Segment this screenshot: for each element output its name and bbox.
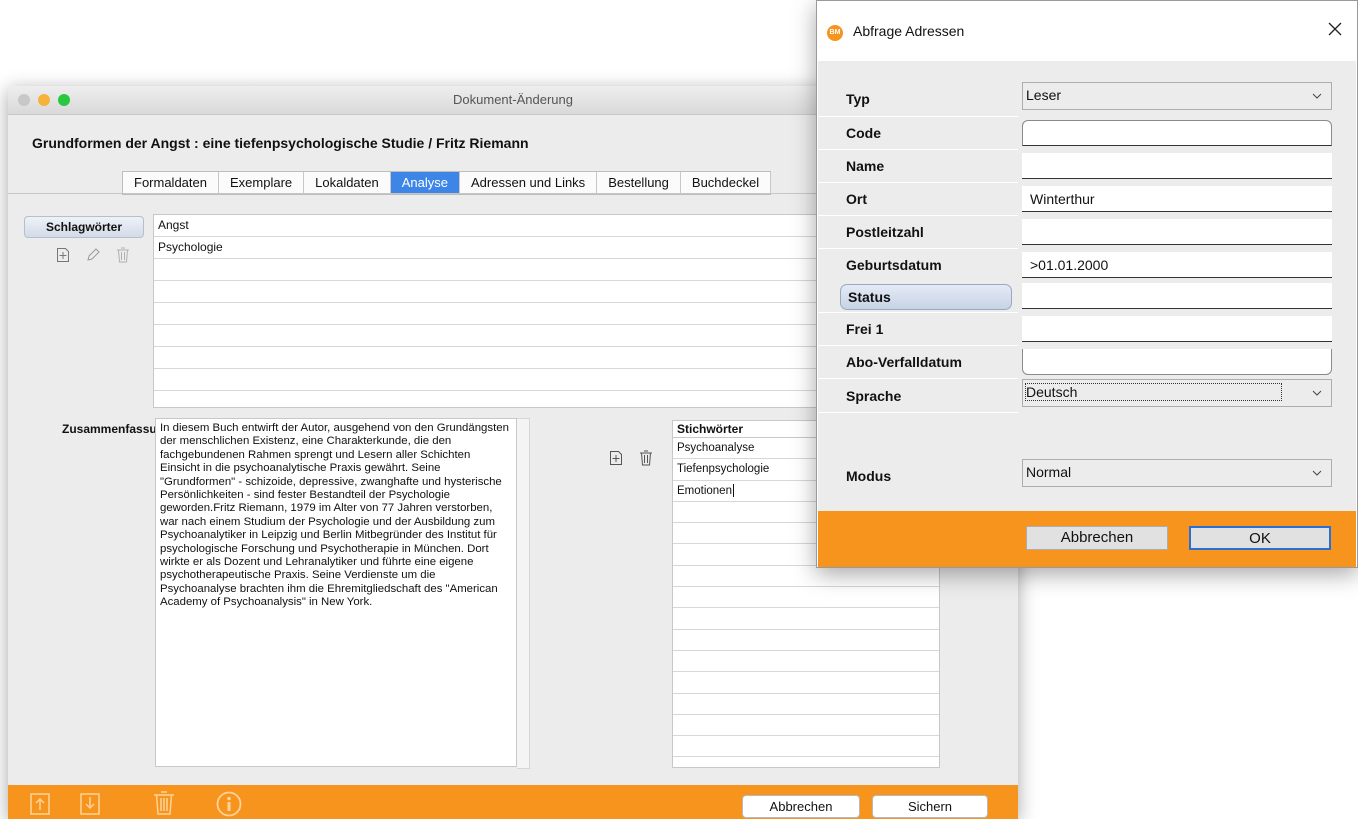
sprache-select[interactable]: Deutsch: [1022, 379, 1332, 407]
field-row-status: Status: [818, 280, 1356, 312]
tab-bar: Formaldaten Exemplare Lokaldaten Analyse…: [122, 171, 772, 195]
typ-label: Typ: [846, 91, 870, 107]
abo-verfalldatum-label: Abo-Verfalldatum: [846, 354, 962, 370]
close-icon[interactable]: [1325, 19, 1345, 39]
sprache-label: Sprache: [846, 388, 902, 404]
zusammenfassung-label: Zusammenfassu: [62, 422, 157, 436]
modus-select[interactable]: Normal: [1022, 459, 1332, 487]
list-item[interactable]: [673, 736, 939, 758]
typ-select[interactable]: Leser: [1022, 82, 1332, 110]
field-row-name: Name: [818, 150, 1356, 182]
status-label[interactable]: Status: [840, 284, 1012, 310]
bottom-toolbar: Abbrechen Sichern: [8, 785, 1018, 819]
schlagwoerter-toolbar: [54, 246, 132, 264]
field-row-modus: Modus Normal: [818, 456, 1356, 488]
ort-label: Ort: [846, 191, 867, 207]
trash-icon[interactable]: [114, 246, 132, 264]
list-item[interactable]: [673, 630, 939, 651]
upload-icon[interactable]: [30, 791, 50, 818]
field-row-typ: Typ Leser: [818, 82, 1356, 114]
abo-verfalldatum-input[interactable]: [1022, 349, 1332, 375]
list-item[interactable]: [673, 608, 939, 630]
field-row-geburtsdatum: Geburtsdatum >01.01.2000: [818, 249, 1356, 281]
frei-1-input[interactable]: [1022, 316, 1332, 342]
code-label: Code: [846, 125, 881, 141]
geburtsdatum-label: Geburtsdatum: [846, 257, 942, 273]
dialog-title: Abfrage Adressen: [853, 23, 965, 39]
schlagwoerter-label[interactable]: Schlagwörter: [24, 216, 144, 238]
chevron-down-icon: [1311, 460, 1323, 493]
tab-formaldaten[interactable]: Formaldaten: [123, 172, 219, 194]
name-input[interactable]: [1022, 153, 1332, 179]
divider: [818, 412, 1018, 413]
list-item[interactable]: [673, 694, 939, 715]
dialog-body: Typ Leser Code Name Ort Winterthur Postl…: [818, 61, 1356, 511]
name-label: Name: [846, 158, 885, 174]
postleitzahl-input[interactable]: [1022, 219, 1332, 245]
modus-value: Normal: [1026, 464, 1072, 480]
code-input[interactable]: [1022, 120, 1332, 146]
field-row-ort: Ort Winterthur: [818, 183, 1356, 215]
add-icon[interactable]: [54, 246, 72, 264]
text-cursor: [732, 484, 734, 498]
field-row-sprache: Sprache Deutsch: [818, 377, 1356, 409]
tab-adressen-und-links[interactable]: Adressen und Links: [460, 172, 598, 194]
summary-textarea[interactable]: In diesem Buch entwirft der Autor, ausge…: [155, 418, 517, 767]
field-row-code: Code: [818, 117, 1356, 149]
chevron-down-icon: [1311, 380, 1323, 413]
list-item-text: Emotionen: [677, 484, 732, 497]
tab-bestellung[interactable]: Bestellung: [597, 172, 681, 194]
pencil-icon[interactable]: [84, 246, 102, 264]
save-button[interactable]: Sichern: [872, 795, 988, 818]
info-icon[interactable]: [216, 791, 242, 819]
postleitzahl-label: Postleitzahl: [846, 224, 924, 240]
trash-icon[interactable]: [153, 791, 175, 818]
status-input[interactable]: [1022, 283, 1332, 309]
ok-button[interactable]: OK: [1189, 526, 1331, 550]
list-item[interactable]: [673, 672, 939, 694]
summary-scrollbar[interactable]: [517, 418, 530, 769]
list-item[interactable]: [673, 587, 939, 609]
tab-lokaldaten[interactable]: Lokaldaten: [304, 172, 391, 194]
tab-analyse[interactable]: Analyse: [390, 172, 460, 194]
frei-1-label: Frei 1: [846, 321, 884, 337]
sprache-value: Deutsch: [1024, 383, 1283, 401]
chevron-down-icon: [1311, 83, 1323, 116]
app-logo: BM: [827, 25, 843, 41]
add-icon[interactable]: [607, 449, 625, 467]
ort-input[interactable]: Winterthur: [1022, 186, 1332, 212]
download-icon[interactable]: [80, 791, 100, 818]
geburtsdatum-input[interactable]: >01.01.2000: [1022, 252, 1332, 278]
list-item[interactable]: [673, 715, 939, 737]
list-item[interactable]: [673, 651, 939, 673]
field-row-postleitzahl: Postleitzahl: [818, 216, 1356, 248]
list-item[interactable]: [673, 566, 939, 588]
tab-buchdeckel[interactable]: Buchdeckel: [681, 172, 772, 194]
address-query-dialog: BM Abfrage Adressen Typ Leser Code Name …: [816, 0, 1358, 568]
trash-icon[interactable]: [637, 449, 655, 467]
cancel-button[interactable]: Abbrechen: [742, 795, 860, 818]
tab-exemplare[interactable]: Exemplare: [219, 172, 305, 194]
modus-label: Modus: [846, 468, 892, 484]
typ-value: Leser: [1026, 87, 1062, 103]
field-row-abo-verfalldatum: Abo-Verfalldatum: [818, 346, 1356, 378]
cancel-button[interactable]: Abbrechen: [1026, 526, 1168, 550]
document-title: Grundformen der Angst : eine tiefenpsych…: [32, 135, 529, 151]
stichwoerter-toolbar: [607, 449, 655, 467]
dialog-footer: Abbrechen OK: [818, 511, 1356, 567]
field-row-frei-1: Frei 1: [818, 313, 1356, 345]
